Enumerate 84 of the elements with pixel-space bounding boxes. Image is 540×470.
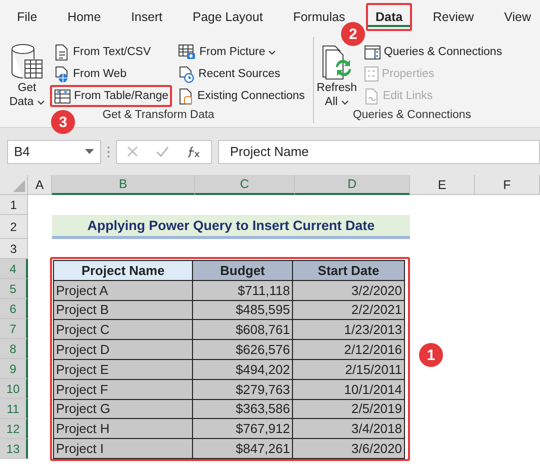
name-box[interactable]: B4	[7, 140, 101, 164]
row-header[interactable]: 6	[0, 299, 28, 319]
column-header[interactable]: A	[28, 175, 52, 195]
table-cell: Project D	[53, 339, 193, 360]
table-cell: $279,763	[192, 378, 293, 400]
web-file-icon	[54, 66, 70, 82]
table-cell: 1/23/2013	[292, 319, 405, 340]
table-camera-icon	[178, 44, 196, 60]
table-cell: Project I	[53, 438, 193, 459]
table-cell: $626,576	[192, 339, 293, 360]
step-badge: 3	[51, 110, 75, 134]
ribbon-tab[interactable]: File	[8, 2, 46, 30]
table-cell: $608,761	[192, 319, 293, 340]
table-cell: Project E	[53, 358, 193, 380]
sheet-title: Applying Power Query to Insert Current Date	[52, 215, 410, 239]
row-header[interactable]: 4	[0, 259, 28, 279]
row-header[interactable]: 12	[0, 419, 28, 439]
column-header[interactable]: D	[295, 175, 410, 195]
table-cell: 2/12/2016	[292, 339, 405, 360]
ribbon-button[interactable]: Recent Sources	[174, 63, 309, 85]
check-icon[interactable]	[156, 146, 169, 157]
table-cell: Project F	[53, 378, 193, 400]
ribbon-tab[interactable]: View	[495, 2, 540, 30]
row-header[interactable]: 7	[0, 319, 28, 339]
row-header[interactable]: 5	[0, 279, 28, 299]
dropdown-icon	[85, 149, 94, 154]
table-icon	[54, 88, 71, 104]
row-header[interactable]: 9	[0, 359, 28, 379]
table-cell: Project B	[53, 300, 193, 320]
table-cell: Project A	[53, 280, 193, 301]
properties-icon	[364, 66, 379, 82]
row-header[interactable]: 8	[0, 339, 28, 359]
column-header[interactable]: B	[52, 175, 195, 195]
table-header: Start Date	[292, 260, 405, 281]
panel-icon	[364, 44, 381, 60]
ribbon-button[interactable]: From Web	[50, 63, 172, 85]
ribbon-large-button[interactable]: Get Data	[8, 41, 46, 109]
grip-icon	[107, 146, 110, 158]
refresh-icon	[320, 43, 354, 81]
group-label: Get & Transform Data	[102, 109, 214, 123]
table-cell: 2/15/2011	[292, 358, 405, 380]
row-header[interactable]: 11	[0, 399, 28, 419]
table-cell: Project G	[53, 398, 193, 420]
row-header[interactable]: 10	[0, 379, 28, 399]
link-file-icon	[364, 88, 380, 104]
text-file-icon	[54, 44, 70, 60]
cancel-icon[interactable]	[127, 146, 138, 157]
function-icon[interactable]	[187, 146, 201, 158]
table-cell: 3/4/2018	[292, 418, 405, 440]
ribbon-tab[interactable]: Page Layout	[184, 2, 272, 30]
table-header: Budget	[192, 260, 293, 281]
ribbon-button[interactable]: From Text/CSV	[50, 41, 172, 63]
ribbon-button[interactable]: Existing Connections	[174, 85, 309, 107]
select-all-icon[interactable]	[13, 180, 25, 192]
column-header[interactable]: C	[195, 175, 295, 195]
ribbon-button[interactable]: From Picture	[174, 41, 309, 63]
ribbon-tab[interactable]: Review	[424, 2, 483, 30]
ribbon-tab[interactable]: Home	[58, 2, 110, 30]
table-cell: 3/6/2020	[292, 438, 405, 459]
table-cell: 2/2/2021	[292, 300, 405, 320]
row-header[interactable]: 3	[0, 239, 28, 259]
ribbon-tab[interactable]: Data	[366, 2, 412, 30]
formula-field[interactable]: Project Name	[218, 140, 540, 164]
clock-file-icon	[178, 66, 196, 82]
ribbon-tab[interactable]: Insert	[122, 2, 172, 30]
column-header[interactable]: F	[475, 175, 540, 195]
table-cell: 3/2/2020	[292, 280, 405, 301]
table-header: Project Name	[53, 260, 193, 281]
row-header[interactable]: 13	[0, 439, 28, 459]
table-cell: 2/5/2019	[292, 398, 405, 420]
table-cell: Project C	[53, 319, 193, 340]
group-label: Queries & Connections	[352, 109, 472, 123]
row-header[interactable]: 1	[0, 195, 28, 215]
table-cell: $711,118	[192, 280, 293, 301]
database-file-icon	[178, 88, 194, 104]
column-header[interactable]: E	[410, 175, 475, 195]
table-cell: $847,261	[192, 438, 293, 459]
table-cell: $767,912	[192, 418, 293, 440]
ribbon-button[interactable]: From Table/Range	[50, 85, 172, 107]
table-cell: 10/1/2014	[292, 378, 405, 400]
table-cell: $494,202	[192, 358, 293, 380]
database-table-icon	[10, 43, 44, 81]
row-header[interactable]: 2	[0, 215, 28, 239]
table-cell: Project H	[53, 418, 193, 440]
